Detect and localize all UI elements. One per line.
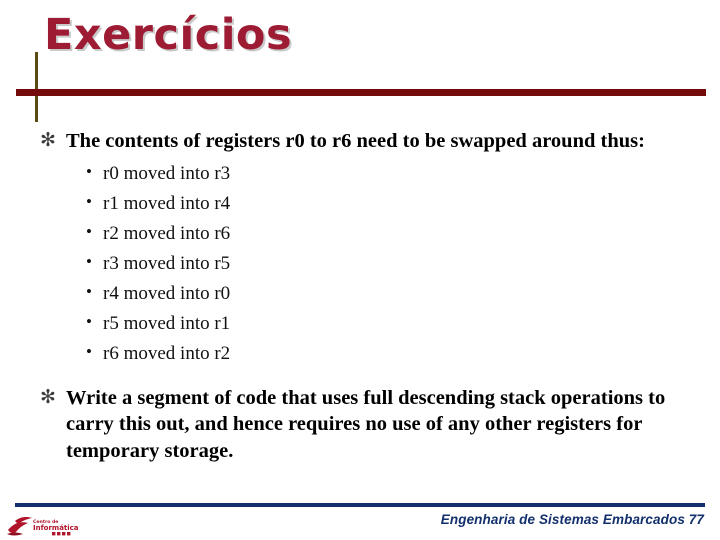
slide: Exercícios ✻ The contents of registers r… xyxy=(0,0,720,540)
dot-bullet-icon: • xyxy=(86,161,92,181)
list-item: • r6 moved into r2 xyxy=(0,339,720,369)
title-vertical-rule xyxy=(35,52,38,122)
asterisk-bullet-icon: ✻ xyxy=(40,386,56,408)
list-item: • r4 moved into r0 xyxy=(0,279,720,309)
sub-bullet-list: • r0 moved into r3 • r1 moved into r4 • … xyxy=(0,159,720,369)
list-item-label: r3 moved into r5 xyxy=(103,252,231,274)
slide-body: ✻ The contents of registers r0 to r6 nee… xyxy=(0,128,720,488)
title-area: Exercícios xyxy=(0,0,720,125)
dot-bullet-icon: • xyxy=(86,221,92,241)
bullet-item: ✻ Write a segment of code that uses full… xyxy=(0,385,720,465)
footer-divider xyxy=(15,503,705,507)
title-horizontal-rule xyxy=(16,89,706,96)
list-item: • r5 moved into r1 xyxy=(0,309,720,339)
page-title: Exercícios xyxy=(44,10,293,60)
list-item: • r2 moved into r6 xyxy=(0,219,720,249)
bullet-item: ✻ The contents of registers r0 to r6 nee… xyxy=(0,128,720,155)
list-item: • r3 moved into r5 xyxy=(0,249,720,279)
footer-label: Engenharia de Sistemas Embarcados 77 xyxy=(440,512,704,527)
logo-graphic: Centro de Informática xyxy=(7,517,79,536)
list-item: • r1 moved into r4 xyxy=(0,189,720,219)
list-item-label: r2 moved into r6 xyxy=(103,222,231,244)
institution-logo: Centro de Informática xyxy=(6,512,82,538)
dot-bullet-icon: • xyxy=(86,341,92,361)
bullet-text: The contents of registers r0 to r6 need … xyxy=(66,130,645,152)
list-item: • r0 moved into r3 xyxy=(0,159,720,189)
bullet-text: Write a segment of code that uses full d… xyxy=(66,386,666,463)
list-item-label: r6 moved into r2 xyxy=(103,342,231,364)
dot-bullet-icon: • xyxy=(86,251,92,271)
list-item-label: r0 moved into r3 xyxy=(103,162,231,184)
list-item-label: r5 moved into r1 xyxy=(103,312,231,334)
svg-text:Informática: Informática xyxy=(33,524,79,532)
dot-bullet-icon: • xyxy=(86,311,92,331)
dot-bullet-icon: • xyxy=(86,191,92,211)
dot-bullet-icon: • xyxy=(86,281,92,301)
list-item-label: r4 moved into r0 xyxy=(103,282,231,304)
list-item-label: r1 moved into r4 xyxy=(103,192,231,214)
asterisk-bullet-icon: ✻ xyxy=(40,130,56,151)
